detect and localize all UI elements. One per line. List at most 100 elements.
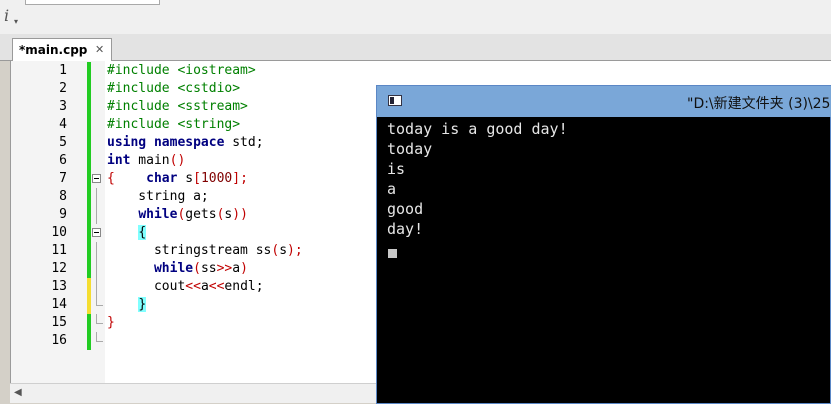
line-number: 4 (59, 117, 67, 132)
toolbar-combo[interactable] (25, 0, 160, 5)
code-text: #include <cstdio> (107, 80, 240, 98)
code-text: } (107, 296, 147, 314)
code-line[interactable]: 1 #include <iostream> (11, 62, 831, 80)
code-token: ]; (232, 171, 248, 186)
code-text: { (107, 224, 147, 242)
code-token: ss (200, 261, 217, 276)
change-marker (87, 80, 91, 98)
console-title: "D:\新建文件夹 (3)\25 (687, 96, 831, 112)
code-token: } (138, 297, 147, 312)
code-text: int main() (107, 152, 185, 170)
toolbar: i ▾ (0, 0, 831, 35)
fold-toggle-icon[interactable] (92, 174, 101, 183)
console-cursor (388, 249, 397, 258)
code-token: using namespace (107, 135, 225, 150)
console-line: today is a good day! (387, 120, 568, 138)
fold-toggle-icon[interactable] (92, 228, 101, 237)
code-token: { (107, 171, 115, 186)
change-marker (87, 170, 91, 188)
code-text: string a; (107, 188, 209, 206)
console-output: today is a good day! today is a good day! (387, 119, 568, 239)
close-icon[interactable]: ✕ (95, 43, 104, 56)
scroll-left-icon[interactable]: ◀ (14, 387, 22, 398)
code-text: } (107, 314, 115, 332)
line-number: 3 (59, 99, 67, 114)
code-token: 1000 (200, 171, 233, 186)
fold-line (96, 206, 97, 224)
code-token: #include <iostream> (107, 63, 256, 78)
horizontal-scrollbar[interactable]: ◀ (10, 383, 388, 403)
fold-end-marker (96, 332, 103, 342)
line-number: 8 (59, 189, 67, 204)
code-token: main (130, 153, 170, 168)
code-text: #include <string> (107, 116, 240, 134)
code-token: s (177, 171, 194, 186)
line-number: 1 (59, 63, 67, 78)
line-number: 15 (51, 315, 67, 330)
code-token: << (185, 279, 201, 294)
line-number: 14 (51, 297, 67, 312)
code-token: while (153, 261, 194, 276)
change-marker (87, 116, 91, 134)
code-token: << (208, 279, 225, 294)
code-text: while(gets(s)) (107, 206, 248, 224)
line-number: 5 (59, 135, 67, 150)
code-text: #include <sstream> (107, 98, 248, 116)
code-token: endl; (224, 279, 264, 294)
code-token: a (200, 279, 209, 294)
code-text: #include <iostream> (107, 62, 256, 80)
code-token: [ (193, 171, 201, 186)
tab-label: *main.cpp (19, 43, 88, 57)
console-line: day! (387, 220, 424, 238)
console-line: today (387, 140, 433, 158)
line-number: 10 (51, 225, 67, 240)
code-token: () (169, 153, 186, 168)
change-marker (87, 62, 91, 80)
code-token: >> (216, 261, 233, 276)
tab-main-cpp[interactable]: *main.cpp ✕ (12, 38, 112, 61)
change-marker (87, 242, 91, 260)
info-icon[interactable]: i ▾ (4, 6, 22, 28)
change-marker (87, 278, 91, 296)
change-marker (87, 296, 91, 314)
change-marker (87, 260, 91, 278)
code-token: { (138, 225, 147, 240)
code-token: string a; (107, 189, 209, 204)
console-title-bar[interactable]: "D:\新建文件夹 (3)\25 (377, 86, 831, 117)
code-token: } (107, 315, 115, 330)
fold-end-marker (96, 296, 103, 306)
code-token: #include <cstdio> (107, 81, 241, 96)
code-text: { char s[1000]; (107, 170, 248, 188)
change-marker (87, 98, 91, 116)
code-token: gets (185, 207, 217, 222)
line-number: 2 (59, 81, 67, 96)
change-marker (87, 314, 91, 332)
change-marker (87, 224, 91, 242)
code-text: cout<<a<<endl; (107, 278, 264, 296)
fold-end-marker (96, 314, 103, 324)
code-text: using namespace std; (107, 134, 264, 152)
fold-line (96, 242, 97, 260)
code-token: ( (193, 261, 201, 276)
change-marker (87, 332, 91, 350)
console-app-icon (388, 95, 402, 106)
info-icon-glyph: i (4, 6, 10, 25)
line-number: 11 (51, 243, 67, 258)
code-token: s (279, 243, 288, 258)
change-marker (87, 134, 91, 152)
console-line: a (387, 180, 397, 198)
code-token: cout (107, 279, 186, 294)
line-number: 9 (59, 207, 67, 222)
code-token: std; (224, 135, 264, 150)
fold-line (96, 278, 97, 296)
dropdown-arrow-icon: ▾ (14, 17, 19, 26)
console-window[interactable]: "D:\新建文件夹 (3)\25 today is a good day! tod… (376, 85, 831, 404)
code-text: while(ss>>a) (107, 260, 248, 278)
console-line: is (387, 160, 406, 178)
change-marker (87, 188, 91, 206)
tab-bar: *main.cpp ✕ (0, 34, 831, 61)
